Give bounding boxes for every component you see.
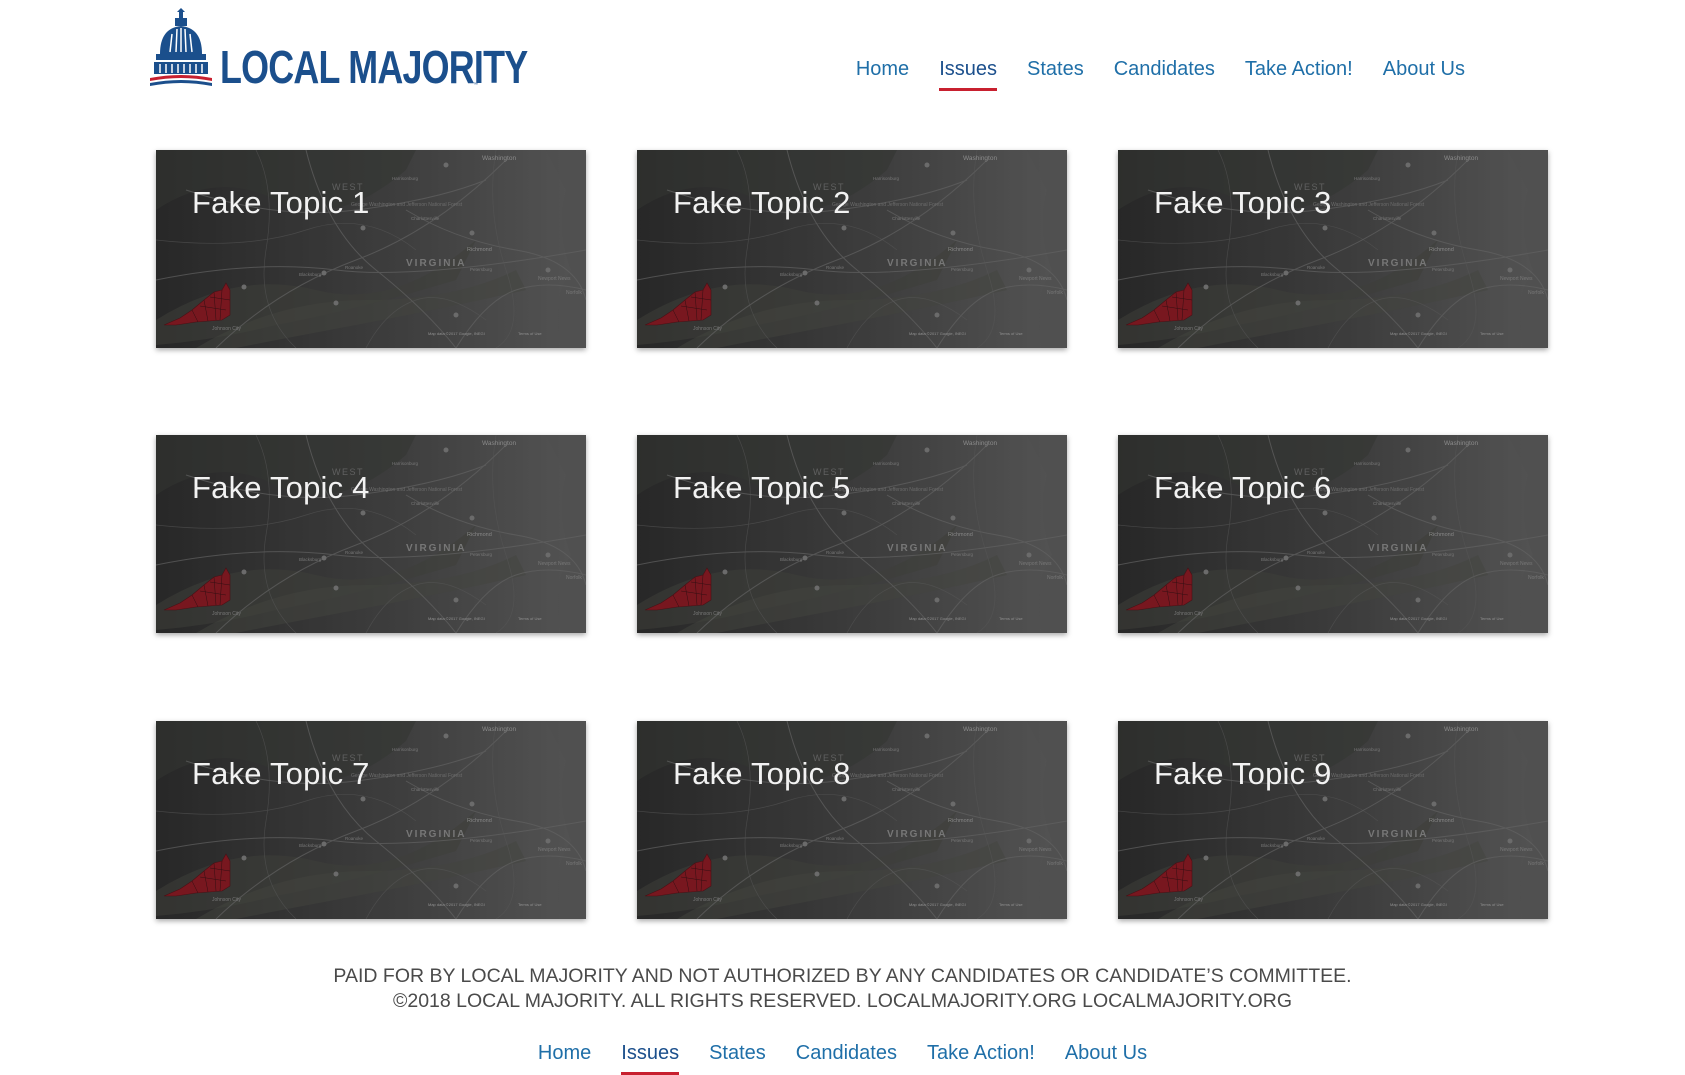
topic-title: Fake Topic 9 [1154,756,1332,791]
topic-card-1[interactable]: VIRGINIA WEST Washington Harrisonburg Ch… [156,150,586,348]
trademark-mark: ™ [473,82,478,88]
virginia-map-thumbnail: VIRGINIA WEST Washington Harrisonburg Ch… [1118,435,1548,633]
nav-states-link[interactable]: States [1027,57,1084,87]
brand-name: LOCAL MAJORITY [220,41,528,93]
topic-title: Fake Topic 3 [1154,185,1332,220]
topic-title: Fake Topic 2 [673,185,851,220]
virginia-map-thumbnail: VIRGINIA WEST Washington Harrisonburg Ch… [1118,721,1548,919]
nav-home-link[interactable]: Home [856,57,909,87]
topic-card-4[interactable]: VIRGINIA WEST Washington Harrisonburg Ch… [156,435,586,633]
topic-title: Fake Topic 7 [192,756,370,791]
nav-issues-link[interactable]: Issues [939,57,997,91]
topic-title: Fake Topic 8 [673,756,851,791]
topic-title: Fake Topic 6 [1154,470,1332,505]
nav-candidates-link[interactable]: Candidates [1114,57,1215,87]
virginia-map-thumbnail: VIRGINIA WEST Washington Harrisonburg Ch… [156,435,586,633]
topic-title: Fake Topic 4 [192,470,370,505]
virginia-map-thumbnail: VIRGINIA WEST Washington Harrisonburg Ch… [156,721,586,919]
topic-card-3[interactable]: VIRGINIA WEST Washington Harrisonburg Ch… [1118,150,1548,348]
topic-title: Fake Topic 1 [192,185,370,220]
topic-title: Fake Topic 5 [673,470,851,505]
logo[interactable]: LOCAL MAJORITY [150,8,614,92]
topic-card-9[interactable]: VIRGINIA WEST Washington Harrisonburg Ch… [1118,721,1548,919]
topic-card-2[interactable]: VIRGINIA WEST Washington Harrisonburg Ch… [637,150,1067,348]
virginia-map-thumbnail: VIRGINIA WEST Washington Harrisonburg Ch… [637,435,1067,633]
nav-about-us-link[interactable]: About Us [1383,57,1465,87]
topic-card-7[interactable]: VIRGINIA WEST Washington Harrisonburg Ch… [156,721,586,919]
disclaimer-line-1: PAID FOR BY LOCAL MAJORITY AND NOT AUTHO… [333,965,1352,987]
footer-disclaimer: PAID FOR BY LOCAL MAJORITY AND NOT AUTHO… [0,964,1685,1014]
virginia-map-thumbnail: VIRGINIA WEST Washington Harrisonburg Ch… [637,150,1067,348]
disclaimer-line-2: ©2018 LOCAL MAJORITY. ALL RIGHTS RESERVE… [393,990,1292,1012]
top-nav: Home Issues States Candidates Take Actio… [826,57,1465,91]
virginia-map-thumbnail: VIRGINIA WEST Washington Harrisonburg Ch… [156,150,586,348]
nav-take-action-link[interactable]: Take Action! [1245,57,1353,87]
virginia-map-thumbnail: VIRGINIA WEST Washington Harrisonburg Ch… [637,721,1067,919]
virginia-map-thumbnail: VIRGINIA WEST Washington Harrisonburg Ch… [1118,150,1548,348]
capitol-dome-icon [150,8,212,86]
topic-card-5[interactable]: VIRGINIA WEST Washington Harrisonburg Ch… [637,435,1067,633]
topic-card-6[interactable]: VIRGINIA WEST Washington Harrisonburg Ch… [1118,435,1548,633]
topic-card-8[interactable]: VIRGINIA WEST Washington Harrisonburg Ch… [637,721,1067,919]
